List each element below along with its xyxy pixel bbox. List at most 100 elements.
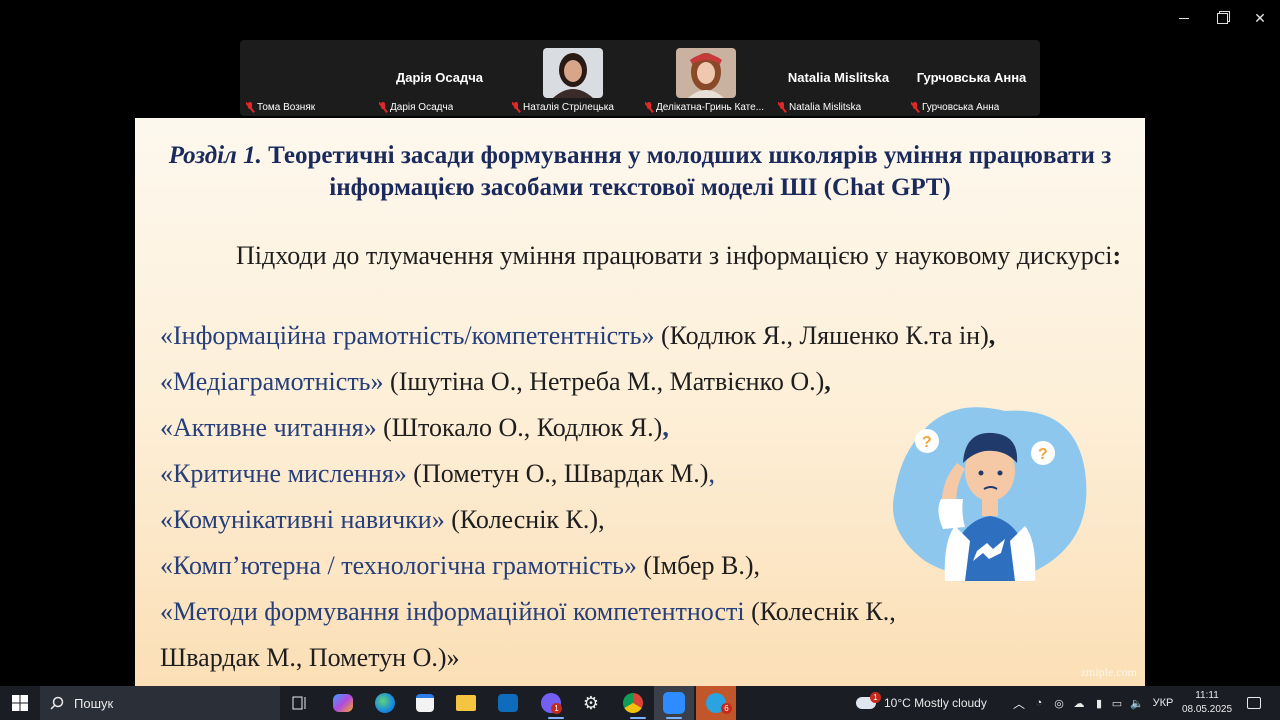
tray-icon[interactable]: ◎ [1050,686,1068,720]
outlook-icon [498,694,518,712]
task-view-button[interactable] [288,686,312,720]
tray-icon[interactable]: ▮ [1090,686,1108,720]
close-button[interactable]: ✕ [1242,6,1278,30]
tray-icon[interactable]: ☁ [1070,686,1088,720]
approach-punct: , [824,367,831,396]
approach-term: «Методи формування інформаційної компете… [160,597,745,626]
search-label: Пошук [74,695,114,711]
onedrive-icon: ☁ [1073,697,1085,710]
mic-muted-icon [911,101,919,113]
taskbar: Пошук 1 ⚙ 6 10°C Mostly cloudy 1 ︿ ◔ ◎ ☁… [0,686,1280,720]
weather-badge: 1 [870,692,881,703]
taskbar-clock[interactable]: 11:11 08.05.2025 [1180,689,1234,717]
weather-widget[interactable]: 10°C Mostly cloudy 1 [856,686,1006,720]
chrome-icon [623,693,643,713]
thinking-boy-illustration: ? ? [893,407,1087,581]
tray-icon[interactable]: ▭ [1108,686,1126,720]
participant-tile[interactable]: Дарія Осадча Дарія Осадча [373,40,506,116]
participant-video [676,48,736,98]
participant-tile[interactable]: Наталія Стрілецька [506,40,639,116]
participant-caption: Natalia Mislitska [778,100,861,114]
approach-term: «Комунікативні навички» [160,505,445,534]
tray-icon[interactable]: ◔ [1030,686,1048,720]
task-view-icon [292,696,306,710]
approach-authors: (Штокало О., Кодлюк Я.) [376,413,663,442]
approach-term: «Інформаційна грамотність/компетентність… [160,321,655,350]
participant-tile[interactable]: Тома Возняк [240,40,373,116]
outlook-app[interactable] [494,686,522,720]
tray-overflow-button[interactable]: ︿ [1010,686,1028,720]
tray-icon[interactable]: 🔈 [1128,686,1146,720]
approach-item: «Медіаграмотність» (Ішутіна О., Нетреба … [160,366,831,398]
participant-caption: Наталія Стрілецька [512,100,614,114]
zoom-app[interactable] [654,686,694,720]
viber-badge: 1 [551,703,562,714]
approach-term: «Комп’ютерна / технологічна грамотність» [160,551,637,580]
settings-app[interactable]: ⚙ [578,686,604,720]
volume-icon: 🔈 [1130,697,1144,710]
mic-muted-icon [778,101,786,113]
file-explorer-app[interactable] [452,686,480,720]
battery-icon: ▭ [1111,697,1123,710]
start-button[interactable] [8,686,32,720]
slide-title-text: Теоретичні засади формування у молодших … [261,142,1112,201]
mic-muted-icon [512,101,520,113]
location-icon: ◎ [1054,697,1064,710]
approach-authors: (Ішутіна О., Нетреба М., Матвієнко О.) [383,367,825,396]
store-app[interactable] [412,686,438,720]
participant-caption-text: Гурчовська Анна [922,101,1000,113]
shared-slide: Розділ 1. Теоретичні засади формування у… [135,118,1145,688]
search-icon [50,696,64,710]
approach-authors: (Пометун О., Швардак М.) [406,459,709,488]
slide-watermark: zmiple.com [1080,665,1137,679]
participant-tile[interactable]: Делікатна-Гринь Кате... [639,40,772,116]
approach-item: «Інформаційна грамотність/компетентність… [160,320,995,352]
approach-authors: Швардак М., Пометун О.)» [160,643,460,672]
approach-term: «Активне читання» [160,413,377,442]
slide-title-section: Розділ 1. [168,142,262,169]
approach-punct: , [889,597,896,626]
slide-title: Розділ 1. Теоретичні засади формування у… [135,140,1145,204]
windows-logo-icon [12,695,28,711]
approach-punct: , [753,551,761,580]
participant-name: Дарія Осадча [395,70,483,85]
microphone-icon: ▮ [1095,697,1103,710]
minimize-button[interactable] [1166,6,1202,30]
weather-text: 10°C Mostly cloudy [884,696,987,710]
telegram-badge: 6 [721,703,732,714]
clock-date: 08.05.2025 [1181,704,1233,715]
language-indicator[interactable]: УКР [1150,686,1176,720]
language-text: УКР [1152,697,1174,709]
participant-name: Natalia Mislitska [787,70,890,85]
network-activity-icon: ◔ [1035,697,1043,709]
chevron-up-icon: ︿ [1012,696,1025,711]
participant-tile[interactable]: Natalia Mislitska Natalia Mislitska [772,40,905,116]
approach-punct: , [988,321,996,350]
participant-caption-text: Natalia Mislitska [789,101,862,113]
approach-term: «Медіаграмотність» [160,367,384,396]
participant-caption: Делікатна-Гринь Кате... [645,100,764,114]
mic-muted-icon [645,101,653,113]
viber-app[interactable]: 1 [536,686,566,720]
participant-caption-text: Тома Возняк [257,101,316,113]
mic-muted-icon [246,101,254,113]
notifications-button[interactable] [1240,686,1268,720]
approach-term: «Критичне мислення» [160,459,407,488]
maximize-button[interactable] [1204,6,1240,30]
edge-app[interactable] [372,686,398,720]
edge-icon [375,693,395,713]
approach-item: «Методи формування інформаційної компете… [160,596,896,628]
slide-intro: Підходи до тлумачення уміння працювати з… [160,240,1125,272]
approach-authors: (Колеснік К.) [444,505,599,534]
participant-video [543,48,603,98]
taskbar-search[interactable]: Пошук [40,686,280,720]
chrome-app[interactable] [618,686,648,720]
telegram-app[interactable]: 6 [696,686,736,720]
approach-punct: , [662,413,669,442]
approach-item: «Комп’ютерна / технологічна грамотність»… [160,550,760,582]
approach-item: «Критичне мислення» (Пометун О., Швардак… [160,458,715,490]
intro-colon: : [1112,241,1122,270]
copilot-app[interactable] [330,686,356,720]
participant-tile[interactable]: Гурчовська Анна Гурчовська Анна [905,40,1038,116]
intro-text: Підходи до тлумачення уміння працювати з… [236,241,1113,270]
